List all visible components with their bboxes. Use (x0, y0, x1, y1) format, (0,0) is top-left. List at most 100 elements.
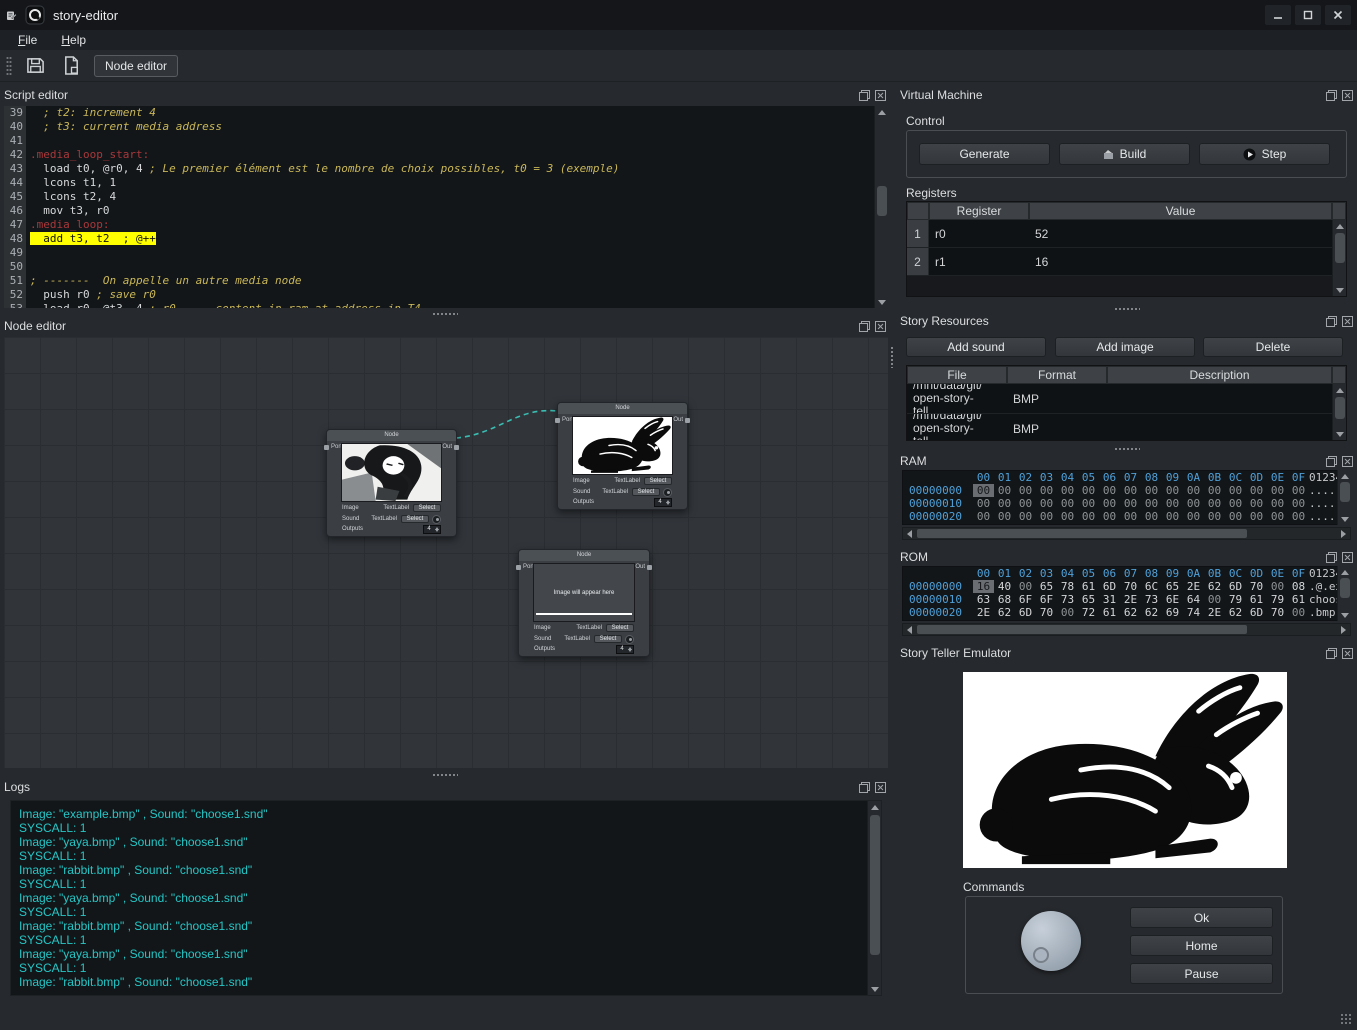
hex-byte[interactable]: 00 (1120, 510, 1141, 523)
hex-byte[interactable]: 72 (1078, 606, 1099, 619)
hex-byte[interactable]: 00 (1078, 497, 1099, 510)
select-image-button[interactable]: Select (413, 504, 441, 512)
hex-byte[interactable]: 00 (1267, 580, 1288, 593)
scroll-left-icon[interactable] (903, 528, 916, 539)
play-sound-icon[interactable] (432, 515, 441, 524)
float-panel-icon[interactable] (1326, 316, 1337, 327)
hex-byte[interactable]: 6D (1099, 580, 1120, 593)
scroll-right-icon[interactable] (1337, 624, 1350, 635)
select-sound-button[interactable]: Select (401, 515, 429, 523)
hex-byte[interactable]: 6C (1141, 580, 1162, 593)
port-in-dot[interactable] (324, 445, 329, 450)
hex-byte[interactable]: 00 (1288, 510, 1309, 523)
export-script-button[interactable] (58, 54, 84, 78)
hex-byte[interactable]: 00 (1099, 497, 1120, 510)
register-row[interactable]: 1r052 (907, 220, 1346, 248)
menu-help[interactable]: Help (51, 31, 96, 49)
scrollbar-thumb[interactable] (917, 625, 1247, 634)
hex-byte[interactable]: 00 (1141, 510, 1162, 523)
hex-byte[interactable]: 00 (1267, 510, 1288, 523)
hex-byte[interactable]: 65 (1078, 593, 1099, 606)
node-graph-canvas[interactable]: Node Port In Port Out ImageTextLabelSele… (4, 337, 888, 768)
hex-byte[interactable]: 00 (1015, 580, 1036, 593)
scroll-down-icon[interactable] (1333, 428, 1347, 440)
hex-byte[interactable]: 00 (1267, 497, 1288, 510)
hex-byte[interactable]: 00 (1267, 484, 1288, 497)
hex-byte[interactable]: 6E (1162, 593, 1183, 606)
hex-byte[interactable]: 00 (1162, 510, 1183, 523)
story-node-rabbit[interactable]: Node Port In Port Out ImageTextLabelSele… (557, 402, 688, 510)
port-in-dot[interactable] (516, 565, 521, 570)
hex-byte[interactable]: 00 (1288, 497, 1309, 510)
scroll-up-icon[interactable] (868, 801, 882, 813)
scroll-up-icon[interactable] (1338, 566, 1352, 578)
hex-byte[interactable]: 65 (1036, 580, 1057, 593)
hex-byte[interactable]: 00 (1225, 484, 1246, 497)
hex-byte[interactable]: 62 (1141, 606, 1162, 619)
hex-byte[interactable]: 70 (1267, 606, 1288, 619)
hex-byte[interactable]: 00 (1162, 484, 1183, 497)
hex-byte[interactable]: 2E (1204, 606, 1225, 619)
scroll-up-icon[interactable] (1338, 470, 1352, 482)
hex-byte[interactable]: 00 (1036, 484, 1057, 497)
hex-byte[interactable]: 65 (1162, 580, 1183, 593)
play-sound-icon[interactable] (625, 635, 634, 644)
play-sound-icon[interactable] (663, 488, 672, 497)
resources-header-file[interactable]: File (907, 366, 1007, 384)
hex-byte[interactable]: 62 (1204, 580, 1225, 593)
outputs-spinner[interactable]: 4 (616, 645, 634, 654)
hex-row[interactable]: 0000001063686F6F7365312E736E640079617961… (903, 593, 1350, 606)
code-line[interactable]: 52 push r0 ; save r0 (4, 288, 888, 302)
code-line[interactable]: 48 add t3, t2 ; @++ (4, 232, 888, 246)
hex-byte[interactable]: 00 (1141, 497, 1162, 510)
select-sound-button[interactable]: Select (594, 635, 622, 643)
hex-byte[interactable]: 62 (994, 606, 1015, 619)
menu-file[interactable]: File (8, 31, 47, 49)
delete-button[interactable]: Delete (1203, 337, 1343, 357)
hex-byte[interactable]: 00 (1204, 484, 1225, 497)
code-line[interactable]: 44 lcons t1, 1 (4, 176, 888, 190)
build-button[interactable]: Build (1059, 143, 1190, 165)
step-button[interactable]: Step (1199, 143, 1330, 165)
add-sound-button[interactable]: Add sound (906, 337, 1046, 357)
add-image-button[interactable]: Add image (1055, 337, 1195, 357)
hex-row[interactable]: 0000000000000000000000000000000000000000… (903, 484, 1350, 497)
hex-byte[interactable]: 00 (1141, 484, 1162, 497)
hex-byte[interactable]: 00 (1078, 510, 1099, 523)
float-panel-icon[interactable] (1326, 552, 1337, 563)
hex-byte[interactable]: 00 (1015, 497, 1036, 510)
hex-byte[interactable]: 00 (1078, 484, 1099, 497)
hex-byte[interactable]: 00 (973, 497, 994, 510)
resource-row[interactable]: /mnt/data/git/ open-story-tell…BMP (907, 414, 1346, 441)
hex-byte[interactable]: 00 (1225, 510, 1246, 523)
hex-byte[interactable]: 00 (1183, 484, 1204, 497)
hex-byte[interactable]: 00 (994, 484, 1015, 497)
node-editor-toggle-button[interactable]: Node editor (94, 55, 178, 77)
rom-hex-view[interactable]: 000102030405060708090A0B0C0D0E0F01234567… (902, 566, 1351, 621)
hex-byte[interactable]: 00 (1057, 606, 1078, 619)
hex-byte[interactable]: 2E (1183, 580, 1204, 593)
float-panel-icon[interactable] (1326, 90, 1337, 101)
story-node-empty[interactable]: Node Port In Port Out Image will appear … (518, 549, 650, 657)
select-image-button[interactable]: Select (644, 477, 672, 485)
scroll-up-icon[interactable] (875, 106, 888, 118)
hex-byte[interactable]: 00 (1246, 497, 1267, 510)
hex-byte[interactable]: 00 (973, 484, 994, 497)
hex-row[interactable]: 0000001000000000000000000000000000000000… (903, 497, 1350, 510)
scrollbar-thumb[interactable] (1340, 482, 1350, 502)
splitter-left-right[interactable] (888, 86, 896, 1002)
scrollbar-thumb[interactable] (877, 186, 887, 216)
hex-row[interactable]: 000000202E626D70007261626269742E626D7000… (903, 606, 1350, 619)
code-line[interactable]: 41 (4, 134, 888, 148)
close-panel-icon[interactable] (1342, 552, 1353, 563)
code-line[interactable]: 45 lcons t2, 4 (4, 190, 888, 204)
scroll-up-icon[interactable] (1333, 220, 1347, 232)
port-out-dot[interactable] (685, 418, 690, 423)
scrollbar-thumb[interactable] (1340, 578, 1350, 598)
ram-hex-view[interactable]: 000102030405060708090A0B0C0D0E0F01234567… (902, 470, 1351, 525)
hex-byte[interactable]: 00 (973, 510, 994, 523)
script-vertical-scrollbar[interactable] (874, 106, 888, 308)
hex-byte[interactable]: 61 (1078, 580, 1099, 593)
hex-byte[interactable]: 00 (1246, 484, 1267, 497)
hex-byte[interactable]: 61 (1288, 593, 1309, 606)
